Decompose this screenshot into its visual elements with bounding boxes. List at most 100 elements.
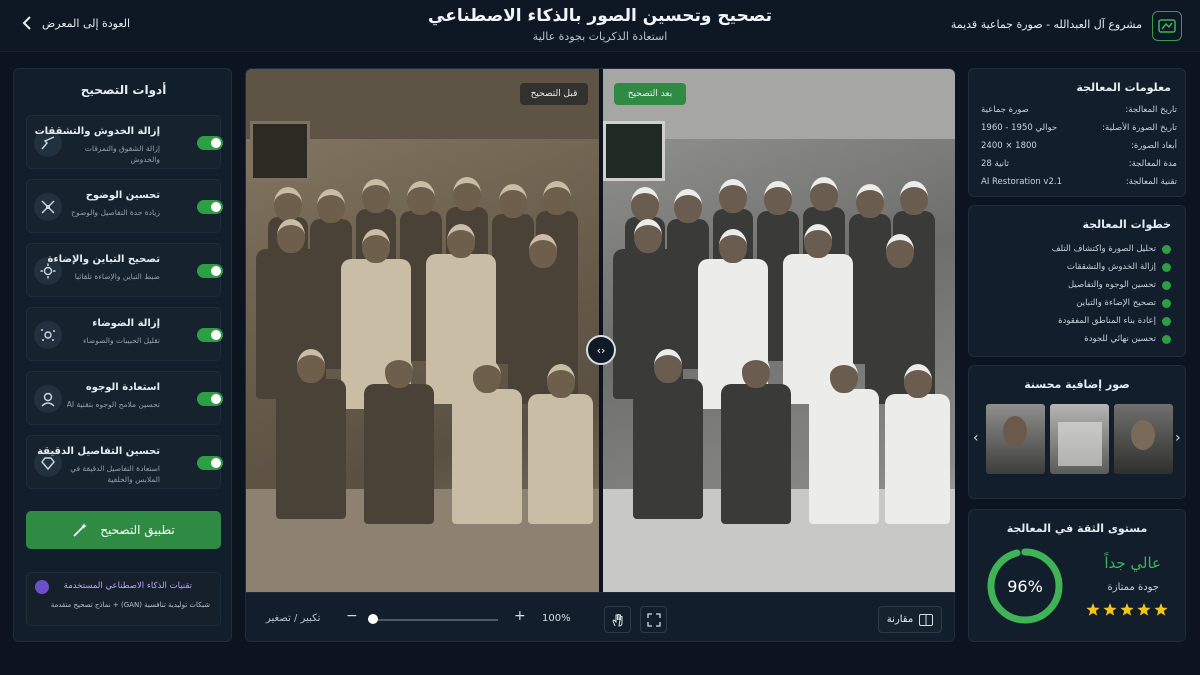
star-icon (1154, 603, 1168, 616)
sharpen-icon (34, 193, 62, 221)
info-row: تاريخ الصورة الأصلية: حوالي 1950 - 1960 (981, 123, 1177, 133)
thumb-image[interactable] (986, 404, 1045, 474)
person-head (447, 224, 475, 258)
tool-name: إزالة الخدوش والتشققات (34, 126, 160, 137)
face-restore-toggle[interactable] (197, 392, 223, 406)
tool-face-restore[interactable]: استعادة الوجوه تحسين ملامح الوجوه بتقنية… (26, 371, 223, 425)
tools-title: أدوات التصحيح (80, 83, 167, 97)
step-item: تصحيح الإضاءة والتباين (1076, 298, 1171, 308)
tool-denoise[interactable]: إزالة الضوضاء تقليل الحبيبات والضوضاء (26, 307, 223, 361)
tool-desc: زيادة حدة التفاصيل والوضوح (71, 208, 160, 217)
ai-icon (35, 580, 49, 594)
face-icon (34, 385, 62, 413)
zoom-in-button[interactable]: + (514, 608, 526, 624)
person-head (804, 224, 832, 258)
thumbs-next-button[interactable]: › (1175, 430, 1181, 446)
fine-details-toggle[interactable] (197, 456, 223, 470)
person-figure (528, 394, 593, 524)
step-item: إعادة بناء المناطق المفقودة (1058, 316, 1171, 326)
project-name: مشروع آل العبدالله - صورة جماعية قديمة (950, 18, 1142, 31)
check-icon (1162, 280, 1171, 290)
tool-desc: تقليل الحبيبات والضوضاء (83, 336, 160, 345)
tool-sharpen[interactable]: تحسين الوضوح زيادة حدة التفاصيل والوضوح (26, 179, 223, 233)
person-head (900, 181, 928, 215)
person-head (453, 177, 481, 211)
tool-name: تحسين الوضوح (85, 190, 160, 201)
star-icon (1120, 603, 1134, 616)
confidence-value: 96% (1007, 576, 1043, 596)
photo-restore-logo-icon (1152, 11, 1182, 41)
check-icon (1162, 244, 1171, 254)
tool-name: تصحيح التباين والإضاءة (47, 254, 160, 265)
fullscreen-button[interactable] (640, 606, 667, 633)
compare-label: مقارنة (886, 614, 914, 625)
noise-icon (34, 321, 62, 349)
check-icon (1162, 334, 1171, 344)
ai-desc: شبكات توليدية تنافسية (GAN) + نماذج تصحي… (50, 601, 210, 609)
zoom-slider-knob[interactable] (368, 614, 378, 624)
person-head (385, 354, 413, 388)
zoom-slider-track[interactable] (368, 619, 498, 621)
tools-panel: أدوات التصحيح إزالة الخدوش والتشققات إزا… (13, 68, 232, 642)
person-figure (633, 379, 703, 519)
check-icon (1162, 298, 1171, 308)
processing-steps-panel: خطوات المعالجة تحليل الصورة واكتشاف التل… (968, 205, 1186, 357)
processing-info-panel: معلومات المعالجة تاريخ المعالجة: صورة جما… (968, 68, 1186, 197)
person-head (631, 187, 659, 221)
person-head (903, 364, 932, 398)
tool-desc: ضبط التباين والإضاءة تلقائيا (74, 272, 160, 281)
person-figure (364, 384, 434, 524)
person-head (543, 181, 571, 215)
after-label: بعد التصحيح (614, 83, 686, 105)
compare-icon (919, 613, 934, 626)
zoom-out-button[interactable]: − (346, 608, 358, 624)
app-header: العودة إلى المعرض تصحيح وتحسين الصور بال… (0, 0, 1200, 52)
split-handle[interactable]: ‹› (586, 335, 616, 365)
contrast-toggle[interactable] (197, 264, 223, 278)
info-row: مدة المعالجة: 28 ثانية (981, 159, 1177, 169)
image-viewer[interactable]: ‹› قبل التصحيح بعد التصحيح تكبير / تصغير… (245, 68, 956, 643)
thumb-image[interactable] (1114, 404, 1173, 474)
person-figure (885, 394, 950, 524)
ai-title: تقنيات الذكاء الاصطناعي المستخدمة (63, 581, 192, 591)
person-head (297, 349, 325, 383)
info-title: معلومات المعالجة (1076, 81, 1171, 94)
sharpen-toggle[interactable] (197, 200, 223, 214)
confidence-panel: مستوى الثقة في المعالجة 96% عالي جداً جو… (968, 509, 1186, 642)
star-icon (1103, 603, 1117, 616)
person-head (742, 354, 770, 388)
scratch-removal-toggle[interactable] (197, 136, 223, 150)
tool-name: استعادة الوجوه (85, 382, 160, 393)
thumbs-prev-button[interactable]: ‹ (973, 430, 979, 446)
person-head (764, 181, 792, 215)
viewer-toolbar: تكبير / تصغير − + 100% مقارنة (246, 592, 956, 643)
person-head (810, 177, 838, 211)
person-figure (276, 379, 346, 519)
tool-name: إزالة الضوضاء (92, 318, 160, 329)
step-item: تحسين نهائي للجودة (1084, 334, 1171, 344)
tool-scratch-removal[interactable]: إزالة الخدوش والتشققات إزالة الشقوق والت… (26, 115, 223, 169)
tool-desc: تحسين ملامح الوجوه بتقنية AI (66, 400, 160, 409)
person-head (654, 349, 682, 383)
thumb-image[interactable] (1050, 404, 1109, 474)
hand-icon (611, 613, 622, 627)
zoom-value: 100% (542, 613, 571, 624)
split-divider[interactable] (599, 69, 603, 592)
denoise-toggle[interactable] (197, 328, 223, 342)
info-row: تاريخ المعالجة: صورة جماعية (981, 105, 1177, 115)
person-head (407, 181, 435, 215)
thumbs-title: صور إضافية محسنة (1024, 378, 1130, 391)
compare-button[interactable]: مقارنة (878, 606, 942, 633)
tool-contrast[interactable]: تصحيح التباين والإضاءة ضبط التباين والإض… (26, 243, 223, 297)
tool-fine-details[interactable]: تحسين التفاصيل الدقيقة استعادة التفاصيل … (26, 435, 223, 489)
person-head (856, 184, 884, 218)
person-head (274, 187, 302, 221)
person-head (674, 189, 702, 223)
apply-correction-button[interactable]: تطبيق التصحيح (26, 511, 221, 549)
magic-wand-icon (73, 523, 88, 537)
step-item: إزالة الخدوش والتشققات (1067, 262, 1171, 272)
person-head (362, 229, 390, 263)
apply-label: تطبيق التصحيح (100, 523, 175, 537)
pan-hand-button[interactable] (604, 606, 631, 633)
step-item: تحليل الصورة واكتشاف التلف (1052, 244, 1171, 254)
